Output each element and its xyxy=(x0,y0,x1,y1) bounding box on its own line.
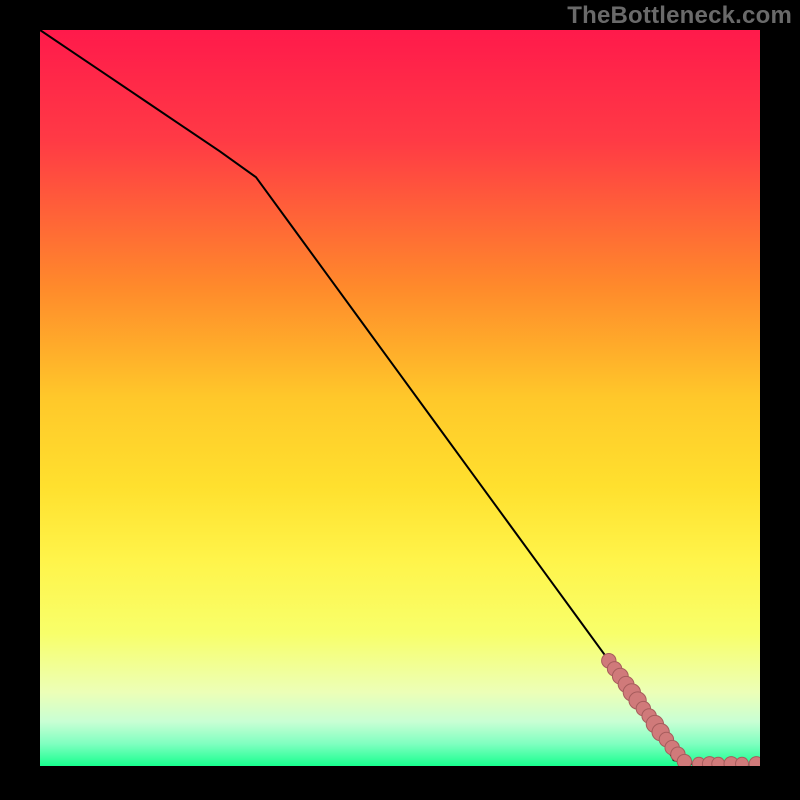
data-marker xyxy=(677,754,691,766)
gradient-background xyxy=(40,30,760,766)
chart-svg xyxy=(40,30,760,766)
data-marker xyxy=(712,757,725,766)
data-marker xyxy=(736,757,749,766)
chart-frame: TheBottleneck.com xyxy=(0,0,800,800)
plot-area xyxy=(40,30,760,766)
watermark-label: TheBottleneck.com xyxy=(567,2,792,30)
